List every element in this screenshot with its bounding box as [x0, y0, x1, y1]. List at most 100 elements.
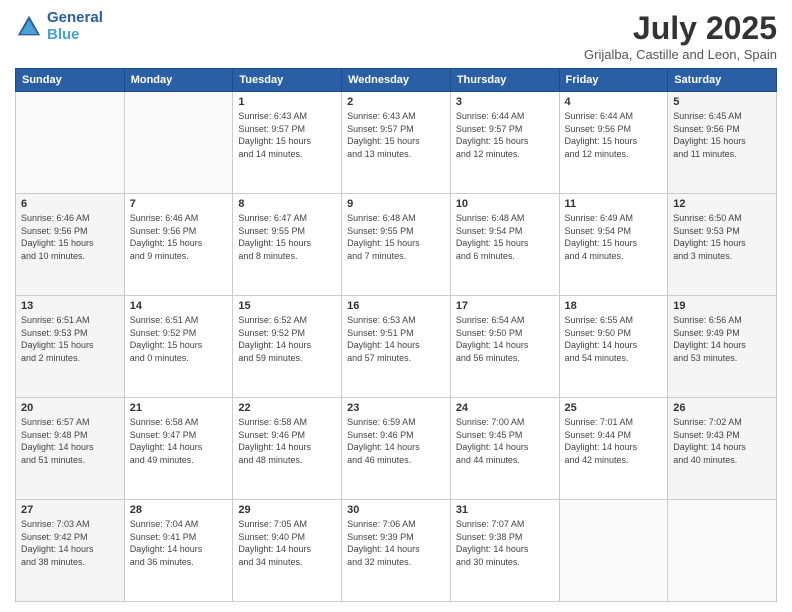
calendar-cell: 26 Sunrise: 7:02 AM Sunset: 9:43 PM Dayli…	[668, 398, 777, 500]
calendar-cell: 10 Sunrise: 6:48 AM Sunset: 9:54 PM Dayli…	[450, 194, 559, 296]
calendar-cell: 19 Sunrise: 6:56 AM Sunset: 9:49 PM Dayli…	[668, 296, 777, 398]
calendar-cell	[124, 92, 233, 194]
day-number: 4	[565, 96, 663, 108]
day-info: Sunrise: 6:56 AM Sunset: 9:49 PM Dayligh…	[673, 314, 771, 364]
day-info: Sunrise: 6:48 AM Sunset: 9:54 PM Dayligh…	[456, 212, 554, 262]
calendar-cell: 7Sunrise: 6:46 AM Sunset: 9:56 PM Daylig…	[124, 194, 233, 296]
logo-icon	[15, 13, 43, 41]
day-info: Sunrise: 6:46 AM Sunset: 9:56 PM Dayligh…	[21, 212, 119, 262]
day-info: Sunrise: 6:43 AM Sunset: 9:57 PM Dayligh…	[347, 110, 445, 160]
day-number: 11	[565, 198, 663, 210]
day-number: 29	[238, 504, 336, 516]
day-number: 25	[565, 402, 663, 414]
day-number: 18	[565, 300, 663, 312]
calendar-cell: 15 Sunrise: 6:52 AM Sunset: 9:52 PM Dayli…	[233, 296, 342, 398]
day-info: Sunrise: 6:53 AM Sunset: 9:51 PM Dayligh…	[347, 314, 445, 364]
day-number: 22	[238, 402, 336, 414]
title-section: July 2025 Grijalba, Castille and Leon, S…	[584, 10, 777, 62]
calendar-cell	[16, 92, 125, 194]
day-number: 23	[347, 402, 445, 414]
calendar-cell: 31 Sunrise: 7:07 AM Sunset: 9:38 PM Dayli…	[450, 500, 559, 602]
page: General Blue July 2025 Grijalba, Castill…	[0, 0, 792, 612]
day-number: 10	[456, 198, 554, 210]
day-info: Sunrise: 7:01 AM Sunset: 9:44 PM Dayligh…	[565, 416, 663, 466]
day-number: 6	[21, 198, 119, 210]
calendar-cell: 3 Sunrise: 6:44 AM Sunset: 9:57 PM Daylig…	[450, 92, 559, 194]
day-number: 17	[456, 300, 554, 312]
day-number: 24	[456, 402, 554, 414]
calendar-header-sunday: Sunday	[16, 69, 125, 92]
calendar-cell: 12Sunrise: 6:50 AM Sunset: 9:53 PM Dayli…	[668, 194, 777, 296]
logo: General Blue	[15, 10, 103, 43]
calendar-cell: 4 Sunrise: 6:44 AM Sunset: 9:56 PM Daylig…	[559, 92, 668, 194]
calendar-header-thursday: Thursday	[450, 69, 559, 92]
calendar-cell	[668, 500, 777, 602]
day-number: 8	[238, 198, 336, 210]
day-number: 31	[456, 504, 554, 516]
calendar-cell: 22 Sunrise: 6:58 AM Sunset: 9:46 PM Dayli…	[233, 398, 342, 500]
calendar-cell: 8 Sunrise: 6:47 AM Sunset: 9:55 PM Daylig…	[233, 194, 342, 296]
day-number: 28	[130, 504, 228, 516]
day-info: Sunrise: 6:59 AM Sunset: 9:46 PM Dayligh…	[347, 416, 445, 466]
day-info: Sunrise: 6:44 AM Sunset: 9:57 PM Dayligh…	[456, 110, 554, 160]
calendar-cell: 9 Sunrise: 6:48 AM Sunset: 9:55 PM Daylig…	[342, 194, 451, 296]
day-info: Sunrise: 6:47 AM Sunset: 9:55 PM Dayligh…	[238, 212, 336, 262]
calendar-header-monday: Monday	[124, 69, 233, 92]
day-info: Sunrise: 6:48 AM Sunset: 9:55 PM Dayligh…	[347, 212, 445, 262]
calendar-cell: 2 Sunrise: 6:43 AM Sunset: 9:57 PM Daylig…	[342, 92, 451, 194]
day-number: 19	[673, 300, 771, 312]
day-info: Sunrise: 6:57 AM Sunset: 9:48 PM Dayligh…	[21, 416, 119, 466]
day-info: Sunrise: 6:44 AM Sunset: 9:56 PM Dayligh…	[565, 110, 663, 160]
day-number: 30	[347, 504, 445, 516]
calendar-cell: 1Sunrise: 6:43 AM Sunset: 9:57 PM Daylig…	[233, 92, 342, 194]
calendar-cell: 29 Sunrise: 7:05 AM Sunset: 9:40 PM Dayli…	[233, 500, 342, 602]
calendar-cell: 28 Sunrise: 7:04 AM Sunset: 9:41 PM Dayli…	[124, 500, 233, 602]
calendar-cell: 16 Sunrise: 6:53 AM Sunset: 9:51 PM Dayli…	[342, 296, 451, 398]
day-number: 21	[130, 402, 228, 414]
calendar-cell: 30 Sunrise: 7:06 AM Sunset: 9:39 PM Dayli…	[342, 500, 451, 602]
day-info: Sunrise: 7:02 AM Sunset: 9:43 PM Dayligh…	[673, 416, 771, 466]
day-number: 15	[238, 300, 336, 312]
day-info: Sunrise: 7:00 AM Sunset: 9:45 PM Dayligh…	[456, 416, 554, 466]
calendar-cell: 11 Sunrise: 6:49 AM Sunset: 9:54 PM Dayli…	[559, 194, 668, 296]
day-number: 2	[347, 96, 445, 108]
day-info: Sunrise: 6:58 AM Sunset: 9:47 PM Dayligh…	[130, 416, 228, 466]
day-info: Sunrise: 6:55 AM Sunset: 9:50 PM Dayligh…	[565, 314, 663, 364]
day-number: 26	[673, 402, 771, 414]
logo-text: General Blue	[47, 10, 103, 43]
day-number: 9	[347, 198, 445, 210]
calendar-table: SundayMondayTuesdayWednesdayThursdayFrid…	[15, 68, 777, 602]
calendar-cell: 24 Sunrise: 7:00 AM Sunset: 9:45 PM Dayli…	[450, 398, 559, 500]
calendar-cell	[559, 500, 668, 602]
calendar-header-friday: Friday	[559, 69, 668, 92]
calendar-cell: 6 Sunrise: 6:46 AM Sunset: 9:56 PM Daylig…	[16, 194, 125, 296]
day-number: 13	[21, 300, 119, 312]
day-info: Sunrise: 7:05 AM Sunset: 9:40 PM Dayligh…	[238, 518, 336, 568]
calendar-header-saturday: Saturday	[668, 69, 777, 92]
day-number: 20	[21, 402, 119, 414]
day-info: Sunrise: 6:51 AM Sunset: 9:52 PM Dayligh…	[130, 314, 228, 364]
day-info: Sunrise: 6:52 AM Sunset: 9:52 PM Dayligh…	[238, 314, 336, 364]
day-number: 3	[456, 96, 554, 108]
calendar-header-wednesday: Wednesday	[342, 69, 451, 92]
day-info: Sunrise: 6:50 AM Sunset: 9:53 PM Dayligh…	[673, 212, 771, 262]
day-info: Sunrise: 7:03 AM Sunset: 9:42 PM Dayligh…	[21, 518, 119, 568]
calendar-cell: 17 Sunrise: 6:54 AM Sunset: 9:50 PM Dayli…	[450, 296, 559, 398]
day-number: 27	[21, 504, 119, 516]
calendar-header-tuesday: Tuesday	[233, 69, 342, 92]
calendar-cell: 20 Sunrise: 6:57 AM Sunset: 9:48 PM Dayli…	[16, 398, 125, 500]
calendar-cell: 23 Sunrise: 6:59 AM Sunset: 9:46 PM Dayli…	[342, 398, 451, 500]
day-info: Sunrise: 7:07 AM Sunset: 9:38 PM Dayligh…	[456, 518, 554, 568]
day-info: Sunrise: 6:49 AM Sunset: 9:54 PM Dayligh…	[565, 212, 663, 262]
day-info: Sunrise: 7:06 AM Sunset: 9:39 PM Dayligh…	[347, 518, 445, 568]
day-info: Sunrise: 6:54 AM Sunset: 9:50 PM Dayligh…	[456, 314, 554, 364]
main-title: July 2025	[584, 10, 777, 47]
calendar-cell: 27 Sunrise: 7:03 AM Sunset: 9:42 PM Dayli…	[16, 500, 125, 602]
calendar-cell: 14Sunrise: 6:51 AM Sunset: 9:52 PM Dayli…	[124, 296, 233, 398]
calendar-cell: 13Sunrise: 6:51 AM Sunset: 9:53 PM Dayli…	[16, 296, 125, 398]
day-info: Sunrise: 7:04 AM Sunset: 9:41 PM Dayligh…	[130, 518, 228, 568]
calendar-cell: 18 Sunrise: 6:55 AM Sunset: 9:50 PM Dayli…	[559, 296, 668, 398]
day-number: 16	[347, 300, 445, 312]
day-info: Sunrise: 6:58 AM Sunset: 9:46 PM Dayligh…	[238, 416, 336, 466]
day-info: Sunrise: 6:43 AM Sunset: 9:57 PM Dayligh…	[238, 110, 336, 160]
